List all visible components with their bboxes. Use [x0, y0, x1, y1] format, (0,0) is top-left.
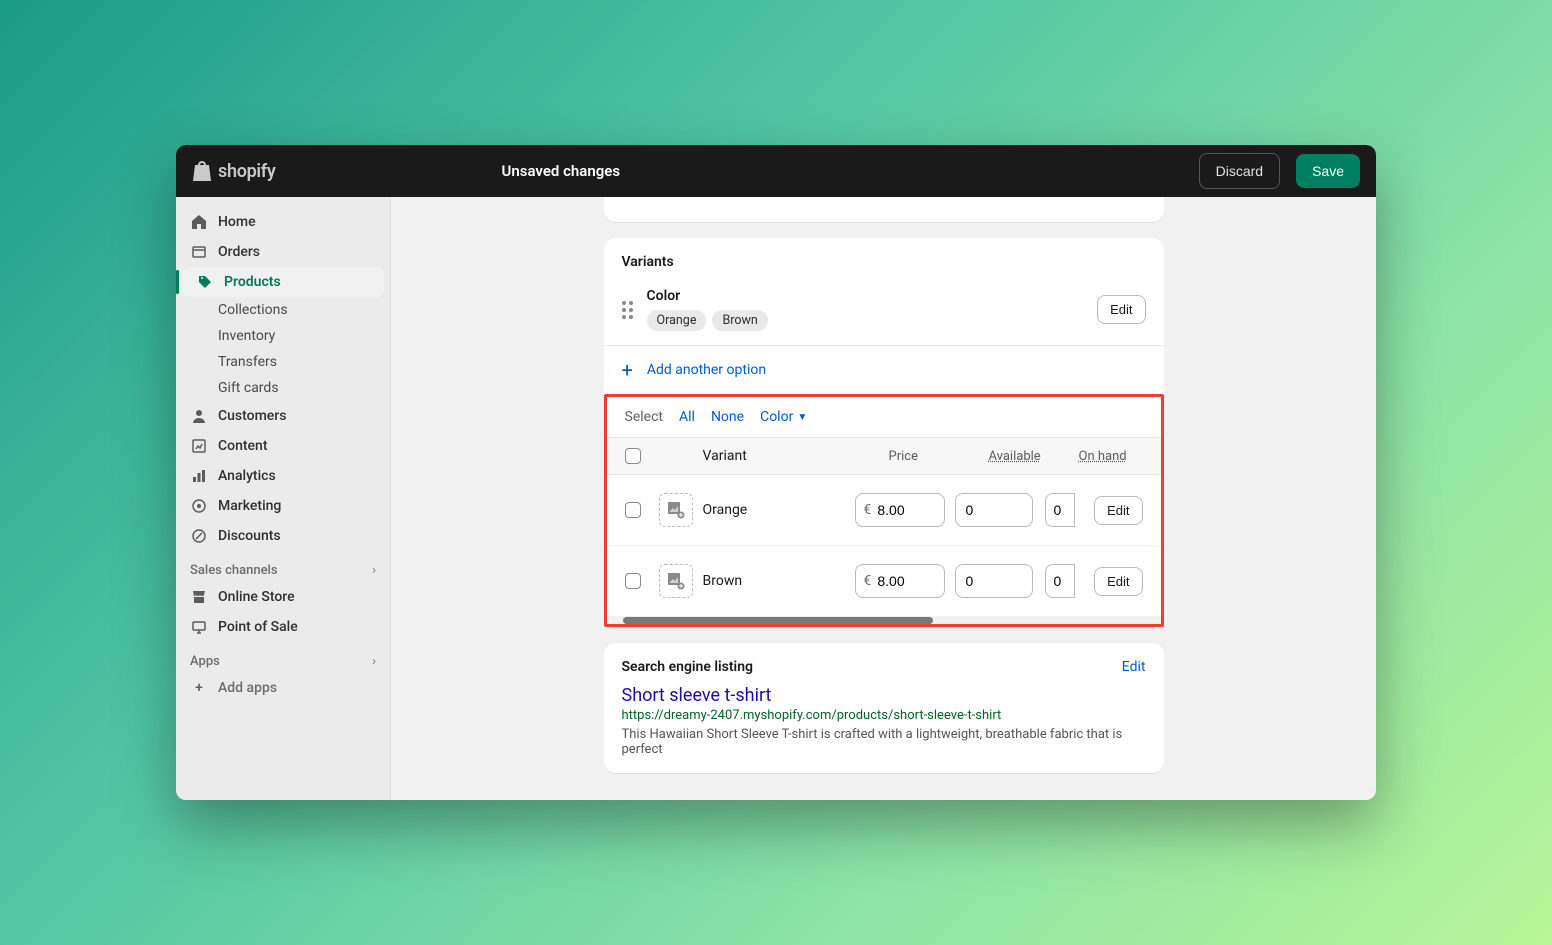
col-on-hand: On hand	[1079, 449, 1143, 464]
nav-add-apps[interactable]: + Add apps	[176, 673, 390, 703]
brand-text: shopify	[218, 161, 276, 182]
nav-analytics[interactable]: Analytics	[176, 461, 390, 491]
analytics-icon	[190, 467, 208, 485]
brand-logo[interactable]: shopify	[192, 160, 276, 182]
sidebar: Home Orders Products Collections Invento…	[176, 197, 391, 800]
select-all-checkbox[interactable]	[625, 448, 641, 464]
option-value-pill: Orange	[647, 310, 707, 331]
content-area: Variants Color Orange Brown Edit	[391, 197, 1376, 800]
drag-handle-icon[interactable]	[622, 301, 633, 319]
col-available: Available	[989, 449, 1079, 464]
nav-giftcards[interactable]: Gift cards	[176, 375, 390, 401]
option-row: Color Orange Brown Edit	[604, 282, 1164, 345]
shopify-bag-icon	[192, 160, 212, 182]
scrollbar-thumb[interactable]	[623, 617, 933, 624]
discounts-icon	[190, 527, 208, 545]
option-info: Color Orange Brown	[647, 288, 1084, 331]
nav-online-store[interactable]: Online Store	[176, 582, 390, 612]
currency-symbol: €	[864, 573, 872, 589]
topbar: shopify Unsaved changes Discard Save	[176, 145, 1376, 197]
chevron-right-icon[interactable]: ›	[372, 654, 376, 669]
price-field[interactable]	[877, 502, 927, 518]
caret-down-icon: ▼	[797, 412, 807, 423]
variant-name: Orange	[703, 502, 855, 518]
on-hand-input[interactable]	[1045, 564, 1075, 598]
horizontal-scrollbar[interactable]	[607, 617, 1161, 624]
select-all-link[interactable]: All	[679, 409, 695, 425]
discard-button[interactable]: Discard	[1199, 153, 1280, 189]
nav-discounts[interactable]: Discounts	[176, 521, 390, 551]
previous-card-stub	[604, 197, 1164, 222]
variant-row: Brown € Edit	[607, 546, 1161, 617]
seo-heading: Search engine listing	[622, 659, 753, 675]
orders-icon	[190, 243, 208, 261]
image-add-icon	[667, 501, 685, 519]
nav-content[interactable]: Content	[176, 431, 390, 461]
sales-channels-header: Sales channels ›	[176, 551, 390, 582]
nav-marketing[interactable]: Marketing	[176, 491, 390, 521]
variants-table-header: Variant Price Available On hand	[607, 437, 1161, 475]
price-input[interactable]: €	[855, 493, 945, 527]
nav-orders[interactable]: Orders	[176, 237, 390, 267]
home-icon	[190, 213, 208, 231]
marketing-icon	[190, 497, 208, 515]
variant-row: Orange € Edit	[607, 475, 1161, 546]
app-window: shopify Unsaved changes Discard Save Hom…	[176, 145, 1376, 800]
chevron-right-icon[interactable]: ›	[372, 563, 376, 578]
col-price: Price	[889, 449, 989, 464]
edit-variant-button[interactable]: Edit	[1094, 496, 1142, 525]
variant-image-placeholder[interactable]	[659, 493, 693, 527]
pos-icon	[190, 618, 208, 636]
save-button[interactable]: Save	[1296, 154, 1360, 188]
content-icon	[190, 437, 208, 455]
seo-edit-link[interactable]: Edit	[1122, 659, 1146, 675]
nav-pos[interactable]: Point of Sale	[176, 612, 390, 642]
plus-icon: +	[190, 679, 208, 697]
add-option-button[interactable]: + Add another option	[604, 346, 1164, 394]
variant-name: Brown	[703, 573, 855, 589]
edit-option-button[interactable]: Edit	[1097, 295, 1145, 324]
nav-home[interactable]: Home	[176, 207, 390, 237]
variant-image-placeholder[interactable]	[659, 564, 693, 598]
main-area: Home Orders Products Collections Invento…	[176, 197, 1376, 800]
image-add-icon	[667, 572, 685, 590]
select-label: Select	[625, 409, 663, 425]
customers-icon	[190, 407, 208, 425]
seo-preview-title: Short sleeve t-shirt	[622, 685, 1146, 706]
plus-icon: +	[622, 360, 633, 380]
price-field[interactable]	[877, 573, 927, 589]
seo-preview-description: This Hawaiian Short Sleeve T-shirt is cr…	[622, 727, 1146, 757]
price-input[interactable]: €	[855, 564, 945, 598]
nav-inventory[interactable]: Inventory	[176, 323, 390, 349]
variant-checkbox[interactable]	[625, 502, 641, 518]
seo-preview-url: https://dreamy-2407.myshopify.com/produc…	[622, 708, 1146, 723]
unsaved-changes-label: Unsaved changes	[502, 162, 1183, 180]
variants-heading: Variants	[604, 238, 1164, 282]
edit-variant-button[interactable]: Edit	[1094, 567, 1142, 596]
apps-header: Apps ›	[176, 642, 390, 673]
nav-collections[interactable]: Collections	[176, 297, 390, 323]
seo-card: Search engine listing Edit Short sleeve …	[604, 643, 1164, 773]
option-name: Color	[647, 288, 1084, 304]
col-variant: Variant	[703, 448, 889, 464]
variant-checkbox[interactable]	[625, 573, 641, 589]
variants-table-section: Select All None Color ▼ Variant	[604, 394, 1164, 627]
select-color-dropdown[interactable]: Color ▼	[760, 409, 807, 425]
option-value-pill: Brown	[712, 310, 767, 331]
available-input[interactable]	[955, 564, 1033, 598]
select-row: Select All None Color ▼	[607, 397, 1161, 437]
currency-symbol: €	[864, 502, 872, 518]
nav-customers[interactable]: Customers	[176, 401, 390, 431]
available-input[interactable]	[955, 493, 1033, 527]
products-icon	[196, 273, 214, 291]
nav-products[interactable]: Products	[182, 267, 384, 297]
option-values: Orange Brown	[647, 310, 1084, 331]
nav-transfers[interactable]: Transfers	[176, 349, 390, 375]
online-store-icon	[190, 588, 208, 606]
variants-card: Variants Color Orange Brown Edit	[604, 238, 1164, 627]
on-hand-input[interactable]	[1045, 493, 1075, 527]
select-none-link[interactable]: None	[711, 409, 744, 425]
